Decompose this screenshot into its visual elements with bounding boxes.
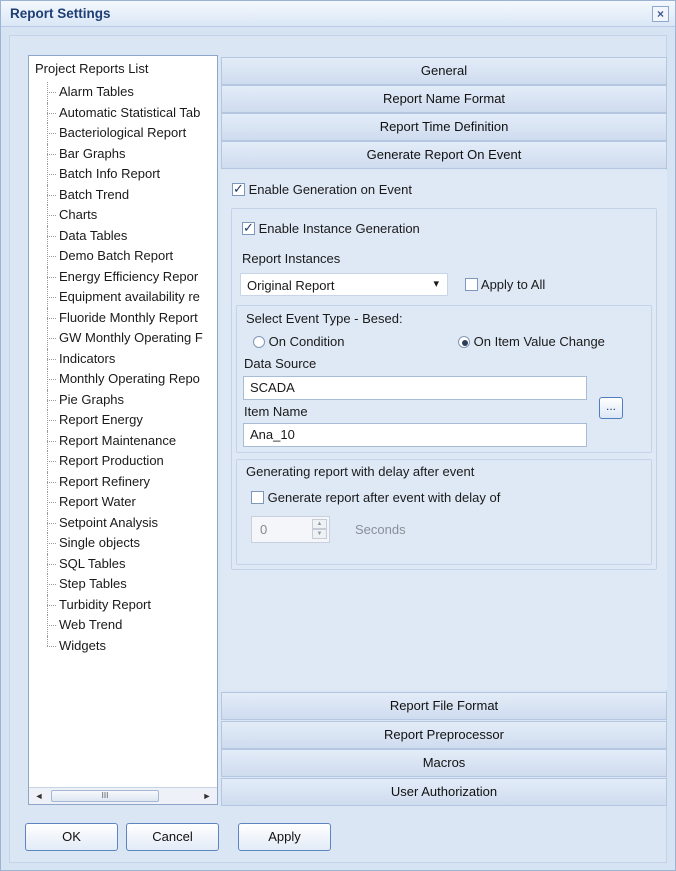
scroll-left-icon[interactable]: ◄ <box>32 790 46 802</box>
tree-item[interactable]: GW Monthly Operating F <box>29 328 217 349</box>
event-type-label: Select Event Type - Besed: <box>246 311 403 326</box>
delay-checkbox-row[interactable]: Generate report after event with delay o… <box>251 490 500 505</box>
on-condition-label[interactable]: On Condition <box>269 334 345 349</box>
window-title: Report Settings <box>10 6 111 21</box>
enable-instance-checkbox[interactable] <box>242 220 255 236</box>
event-type-group: Select Event Type - Besed: On Condition … <box>236 305 652 453</box>
report-settings-window: Report Settings × Project Reports List A… <box>0 0 676 871</box>
tree-item[interactable]: SQL Tables <box>29 553 217 575</box>
tree-item[interactable]: Charts <box>29 205 217 226</box>
section-report-name-format[interactable]: Report Name Format <box>221 85 667 113</box>
apply-to-all-label[interactable]: Apply to All <box>481 277 545 292</box>
apply-to-all-row[interactable]: Apply to All <box>465 277 545 292</box>
tree-item[interactable]: Report Water <box>29 492 217 513</box>
scroll-thumb[interactable]: III <box>51 790 159 802</box>
section-general[interactable]: General <box>221 57 667 85</box>
chevron-down-icon[interactable]: ▾ <box>433 277 439 290</box>
on-item-value-change-option[interactable]: On Item Value Change <box>458 334 605 349</box>
data-source-field[interactable]: SCADA <box>243 376 587 400</box>
tree-item[interactable]: Equipment availability re <box>29 287 217 308</box>
tree-items: Alarm Tables Automatic Statistical Tab Bac… <box>29 82 217 657</box>
tree-item[interactable]: Single objects <box>29 533 217 554</box>
tree-item[interactable]: Report Refinery <box>29 471 217 493</box>
scroll-right-icon[interactable]: ► <box>200 790 214 802</box>
close-icon[interactable]: × <box>652 6 669 22</box>
tree-item[interactable]: Automatic Statistical Tab <box>29 102 217 124</box>
tree-item[interactable]: Setpoint Analysis <box>29 512 217 534</box>
cancel-button[interactable]: Cancel <box>126 823 219 851</box>
delay-checkbox[interactable] <box>251 491 264 504</box>
tree-item[interactable]: Web Trend <box>29 615 217 636</box>
section-report-file-format[interactable]: Report File Format <box>221 692 667 720</box>
enable-generation-checkbox[interactable] <box>232 181 245 197</box>
dialog-body: Project Reports List Alarm Tables Automat… <box>9 35 667 863</box>
delay-checkbox-label[interactable]: Generate report after event with delay o… <box>268 490 501 505</box>
on-item-value-change-label[interactable]: On Item Value Change <box>474 334 605 349</box>
tree-item[interactable]: Batch Trend <box>29 184 217 206</box>
section-report-preprocessor[interactable]: Report Preprocessor <box>221 721 667 749</box>
tree-item[interactable]: Report Energy <box>29 410 217 431</box>
tree-item[interactable]: Indicators <box>29 348 217 370</box>
delay-unit-label: Seconds <box>355 522 406 537</box>
spin-down-icon[interactable]: ▼ <box>312 529 327 539</box>
report-instances-label: Report Instances <box>242 251 341 266</box>
tree-item[interactable]: Bar Graphs <box>29 143 217 165</box>
on-item-value-change-radio[interactable] <box>458 336 470 348</box>
ok-button[interactable]: OK <box>25 823 118 851</box>
tree-item[interactable]: Bacteriological Report <box>29 123 217 144</box>
tree-root-label[interactable]: Project Reports List <box>35 61 148 76</box>
delay-group: Generating report with delay after event… <box>236 459 652 565</box>
on-condition-radio[interactable] <box>253 336 265 348</box>
tree-item[interactable]: Turbidity Report <box>29 594 217 616</box>
tree-item[interactable]: Demo Batch Report <box>29 246 217 267</box>
item-name-field[interactable]: Ana_10 <box>243 423 587 447</box>
tree-item[interactable]: Batch Info Report <box>29 164 217 185</box>
tree-item[interactable]: Energy Efficiency Repor <box>29 266 217 288</box>
browse-item-button[interactable]: ... <box>599 397 623 419</box>
section-macros[interactable]: Macros <box>221 749 667 777</box>
item-name-label: Item Name <box>244 404 308 419</box>
delay-group-label: Generating report with delay after event <box>246 464 475 479</box>
project-reports-tree[interactable]: Project Reports List Alarm Tables Automat… <box>28 55 218 805</box>
tree-item[interactable]: Step Tables <box>29 574 217 595</box>
section-report-time-definition[interactable]: Report Time Definition <box>221 113 667 141</box>
section-user-authorization[interactable]: User Authorization <box>221 778 667 806</box>
apply-button[interactable]: Apply <box>238 823 331 851</box>
tree-item[interactable]: Report Production <box>29 451 217 472</box>
spin-up-icon[interactable]: ▲ <box>312 519 327 529</box>
tree-item[interactable]: Data Tables <box>29 225 217 247</box>
horizontal-scrollbar[interactable]: ◄ III ► <box>29 787 217 804</box>
enable-instance-label[interactable]: Enable Instance Generation <box>259 221 420 236</box>
section-generate-report-on-event[interactable]: Generate Report On Event <box>221 141 667 169</box>
delay-seconds-spinner[interactable]: 0 ▲ ▼ <box>251 516 330 543</box>
delay-value: 0 <box>260 522 268 537</box>
report-instances-value: Original Report <box>247 278 335 293</box>
apply-to-all-checkbox[interactable] <box>465 278 478 291</box>
enable-generation-row[interactable]: Enable Generation on Event <box>232 181 412 197</box>
tree-item[interactable]: Alarm Tables <box>29 82 217 103</box>
title-bar: Report Settings × <box>1 1 675 27</box>
data-source-label: Data Source <box>244 356 317 371</box>
on-condition-option[interactable]: On Condition <box>253 334 345 349</box>
instance-group: Enable Instance Generation Report Instan… <box>231 208 657 570</box>
tree-item[interactable]: Fluoride Monthly Report <box>29 307 217 329</box>
enable-generation-label[interactable]: Enable Generation on Event <box>249 182 412 197</box>
enable-instance-row[interactable]: Enable Instance Generation <box>242 220 420 236</box>
spinner-buttons: ▲ ▼ <box>312 519 327 540</box>
tree-item[interactable]: Monthly Operating Repo <box>29 369 217 390</box>
tree-item[interactable]: Report Maintenance <box>29 430 217 452</box>
tree-item[interactable]: Pie Graphs <box>29 389 217 411</box>
report-instances-dropdown[interactable]: Original Report ▾ <box>240 273 448 296</box>
generate-on-event-panel: Enable Generation on Event Enable Instan… <box>221 170 667 690</box>
tree-item[interactable]: Widgets <box>29 635 217 657</box>
